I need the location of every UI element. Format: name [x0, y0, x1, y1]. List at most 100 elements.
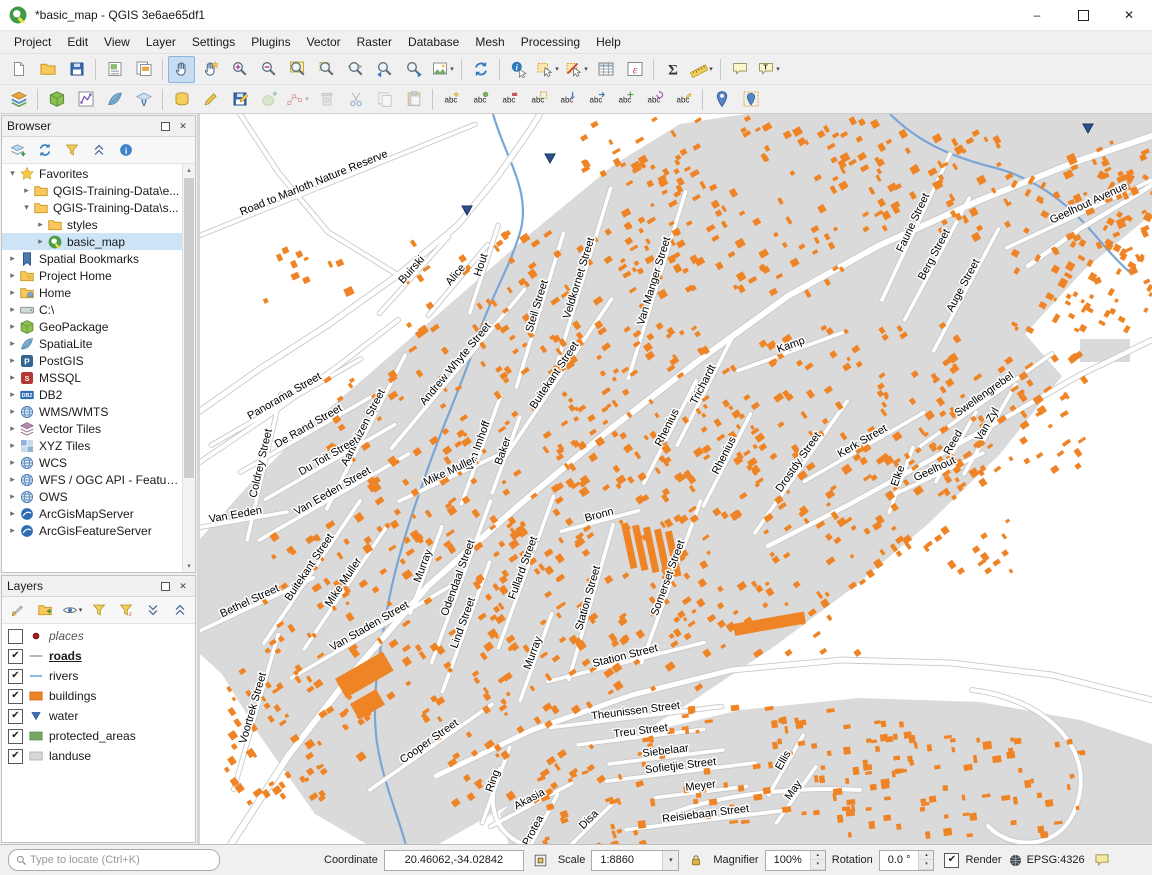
- browser-item-geopackage[interactable]: ▸GeoPackage: [2, 318, 182, 335]
- expander-icon[interactable]: ▾: [6, 168, 19, 179]
- open-data-source-manager-button[interactable]: [5, 86, 32, 113]
- refresh-browser-button[interactable]: [33, 138, 57, 162]
- browser-item-arcgismapserver[interactable]: ▸ArcGisMapServer: [2, 505, 182, 522]
- menu-mesh[interactable]: Mesh: [467, 32, 512, 52]
- locate-box[interactable]: [8, 849, 220, 871]
- toggle-unplaced-labels-button[interactable]: abc: [496, 86, 523, 113]
- maximize-button[interactable]: [1060, 0, 1106, 30]
- new-print-layout-button[interactable]: [101, 56, 128, 83]
- zoom-out-button[interactable]: [255, 56, 282, 83]
- layer-diagram-options-button[interactable]: abc: [467, 86, 494, 113]
- scrollbar-thumb[interactable]: [184, 178, 194, 478]
- new-virtual-layer-button[interactable]: V: [130, 86, 157, 113]
- browser-item-arcgisfeatureserver[interactable]: ▸ArcGisFeatureServer: [2, 522, 182, 539]
- browser-item-wms-wmts[interactable]: ▸WMS/WMTS: [2, 403, 182, 420]
- browser-item-spatial-bookmarks[interactable]: ▸Spatial Bookmarks: [2, 250, 182, 267]
- copy-features-button[interactable]: [371, 86, 398, 113]
- toggle-editing-button[interactable]: [197, 86, 224, 113]
- zoom-next-button[interactable]: [400, 56, 427, 83]
- menu-raster[interactable]: Raster: [349, 32, 400, 52]
- expander-icon[interactable]: ▾: [20, 202, 33, 213]
- layer-visibility-checkbox[interactable]: ✔: [8, 649, 23, 664]
- layer-item-places[interactable]: places: [2, 626, 195, 646]
- expander-icon[interactable]: ▸: [34, 236, 47, 247]
- layer-visibility-checkbox[interactable]: ✔: [8, 669, 23, 684]
- layers-float-panel-button[interactable]: [158, 579, 172, 593]
- expander-icon[interactable]: ▸: [6, 491, 19, 502]
- add-group-button[interactable]: [33, 598, 57, 622]
- collapse-all-button[interactable]: [87, 138, 111, 162]
- layer-item-landuse[interactable]: ✔landuse: [2, 746, 195, 766]
- browser-item-favorites[interactable]: ▾Favorites: [2, 165, 182, 182]
- new-project-button[interactable]: [5, 56, 32, 83]
- zoom-last-button[interactable]: [371, 56, 398, 83]
- pin-unpin-labels-button[interactable]: abc: [554, 86, 581, 113]
- layer-item-roads[interactable]: ✔roads: [2, 646, 195, 666]
- browser-close-panel-button[interactable]: ✕: [176, 119, 190, 133]
- cut-features-button[interactable]: [342, 86, 369, 113]
- crs-status[interactable]: EPSG:4326: [1008, 853, 1085, 868]
- open-project-button[interactable]: [34, 56, 61, 83]
- open-attribute-table-button[interactable]: [592, 56, 619, 83]
- new-map-view-button[interactable]: ▾: [429, 56, 456, 83]
- menu-vector[interactable]: Vector: [299, 32, 349, 52]
- new-geopackage-layer-button[interactable]: [43, 86, 70, 113]
- expander-icon[interactable]: ▸: [6, 474, 19, 485]
- magnifier-spinner[interactable]: 100% ▴▾: [765, 850, 826, 871]
- expander-icon[interactable]: ▸: [6, 508, 19, 519]
- browser-item-qgis-training-data-e[interactable]: ▸QGIS-Training-Data\e...: [2, 182, 182, 199]
- show-hide-labels-button[interactable]: abc: [583, 86, 610, 113]
- map-canvas[interactable]: Road to Marloth Nature ReserveGeelhout A…: [200, 114, 1152, 844]
- statistical-summary-button[interactable]: Σ: [659, 56, 686, 83]
- manage-map-themes-button[interactable]: ▾: [60, 598, 84, 622]
- browser-item-c[interactable]: ▸C:\: [2, 301, 182, 318]
- layer-item-water[interactable]: ✔water: [2, 706, 195, 726]
- measure-line-button[interactable]: ▾: [688, 56, 715, 83]
- pan-to-selection-button[interactable]: [197, 56, 224, 83]
- zoom-to-selection-button[interactable]: [313, 56, 340, 83]
- filter-legend-button[interactable]: [87, 598, 111, 622]
- browser-item-spatialite[interactable]: ▸SpatiaLite: [2, 335, 182, 352]
- menu-processing[interactable]: Processing: [513, 32, 588, 52]
- spin-down-icon[interactable]: ▾: [811, 860, 825, 870]
- expander-icon[interactable]: ▸: [6, 406, 19, 417]
- zoom-in-button[interactable]: [226, 56, 253, 83]
- browser-item-postgis[interactable]: ▸PPostGIS: [2, 352, 182, 369]
- highlight-pinned-labels-button[interactable]: abc: [525, 86, 552, 113]
- layer-item-protected-areas[interactable]: ✔protected_areas: [2, 726, 195, 746]
- expander-icon[interactable]: ▸: [6, 355, 19, 366]
- zoom-to-layer-button[interactable]: [342, 56, 369, 83]
- browser-item-basic-map[interactable]: ▸basic_map: [2, 233, 182, 250]
- scroll-up-icon[interactable]: ▴: [183, 164, 195, 176]
- vertex-tool-button[interactable]: ▾: [284, 86, 311, 113]
- browser-item-home[interactable]: ▸Home: [2, 284, 182, 301]
- layer-visibility-checkbox[interactable]: ✔: [8, 749, 23, 764]
- toggle-extents-button[interactable]: [530, 849, 552, 871]
- add-polygon-feature-button[interactable]: [255, 86, 282, 113]
- expander-icon[interactable]: ▸: [6, 270, 19, 281]
- filter-by-expression-button[interactable]: ε: [114, 598, 138, 622]
- expander-icon[interactable]: ▸: [6, 321, 19, 332]
- messages-button[interactable]: [1091, 849, 1113, 871]
- expander-icon[interactable]: ▸: [34, 219, 47, 230]
- browser-item-ows[interactable]: ▸OWS: [2, 488, 182, 505]
- menu-database[interactable]: Database: [400, 32, 467, 52]
- rotation-spinner[interactable]: 0.0 ° ▴▾: [879, 850, 935, 871]
- layer-labeling-options-button[interactable]: abc: [438, 86, 465, 113]
- close-button[interactable]: ✕: [1106, 0, 1152, 30]
- expander-icon[interactable]: ▸: [6, 304, 19, 315]
- new-shapefile-layer-button[interactable]: [72, 86, 99, 113]
- layer-visibility-checkbox[interactable]: [8, 629, 23, 644]
- expander-icon[interactable]: ▸: [6, 525, 19, 536]
- browser-item-styles[interactable]: ▸styles: [2, 216, 182, 233]
- add-selected-layers-button[interactable]: [6, 138, 30, 162]
- zoom-full-button[interactable]: [284, 56, 311, 83]
- render-checkbox[interactable]: ✔: [944, 853, 959, 868]
- menu-plugins[interactable]: Plugins: [243, 32, 298, 52]
- browser-item-wfs-ogc-api-feature[interactable]: ▸WFS / OGC API - Feature...: [2, 471, 182, 488]
- new-spatialite-layer-button[interactable]: [101, 86, 128, 113]
- spin-up-icon[interactable]: ▴: [811, 851, 825, 861]
- layers-close-panel-button[interactable]: ✕: [176, 579, 190, 593]
- menu-view[interactable]: View: [96, 32, 138, 52]
- scale-combo[interactable]: 1:8860 ▾: [591, 850, 679, 871]
